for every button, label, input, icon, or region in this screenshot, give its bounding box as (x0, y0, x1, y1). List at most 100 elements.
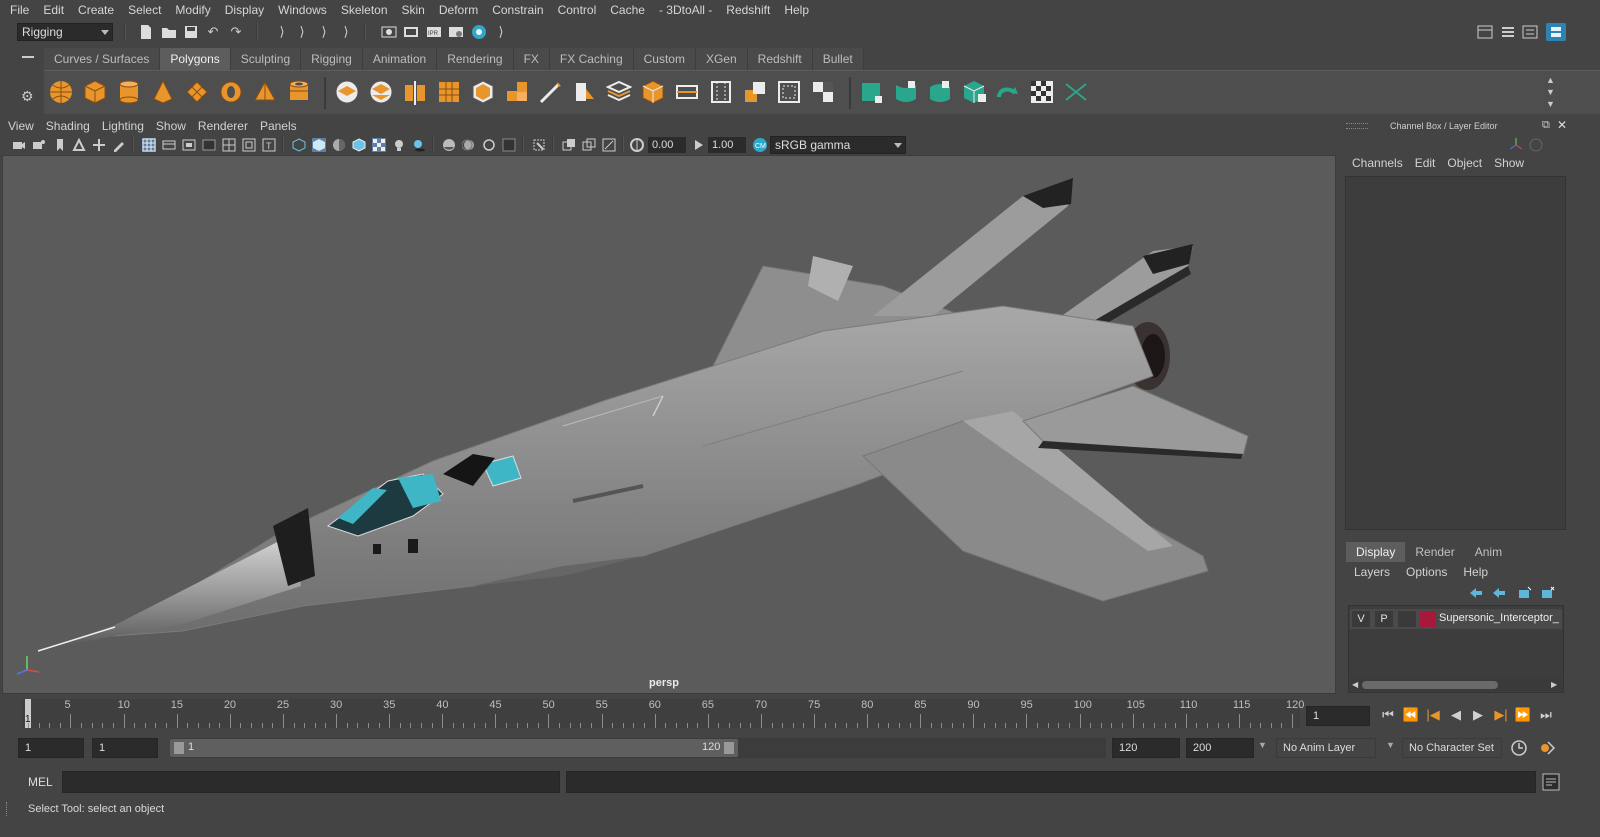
aircraft-model[interactable] (3, 156, 1336, 694)
shelf-scroll-down-icon[interactable]: ▼ (1546, 87, 1555, 97)
resolution-gate-icon[interactable] (182, 138, 196, 152)
viewport-persp[interactable]: persp (2, 155, 1336, 694)
layer-tab-render[interactable]: Render (1405, 542, 1465, 562)
layer-playback-toggle[interactable]: P (1375, 611, 1393, 627)
spherical-uv-icon[interactable] (927, 79, 953, 105)
start-frame-field[interactable]: 1 (18, 738, 84, 758)
playback-start-field[interactable]: 1 (92, 738, 158, 758)
exposure-icon[interactable] (630, 138, 644, 152)
workspace-icon[interactable] (1477, 24, 1493, 40)
auto-key-icon[interactable] (1510, 739, 1528, 757)
animation-preferences-icon[interactable] (1538, 739, 1556, 757)
range-slider-bar[interactable]: 1 120 (170, 739, 738, 757)
scroll-left-icon[interactable]: ◀ (1352, 680, 1358, 689)
shelf-tab-curves-surfaces[interactable]: Curves / Surfaces (44, 48, 161, 70)
play-backward-icon[interactable]: ◀ (1448, 707, 1464, 723)
cb-menu-show[interactable]: Show (1488, 156, 1530, 174)
shelf-tab-bullet[interactable]: Bullet (812, 48, 864, 70)
offset-edge-loop-icon[interactable] (708, 79, 734, 105)
step-back-key-icon[interactable]: |◀ (1425, 707, 1441, 723)
shadows-icon[interactable] (412, 138, 426, 152)
textured-icon[interactable] (372, 138, 386, 152)
shelf-tab-custom[interactable]: Custom (633, 48, 696, 70)
menu-edit[interactable]: Edit (36, 3, 71, 17)
shelf-tab-xgen[interactable]: XGen (695, 48, 748, 70)
anim-layer-dropdown[interactable]: No Anim Layer (1276, 738, 1376, 758)
separate-icon[interactable] (368, 79, 394, 105)
insert-loop-icon[interactable] (674, 79, 700, 105)
layer-menu-options[interactable]: Options (1398, 565, 1455, 579)
chevron-down-icon[interactable]: ▼ (1258, 740, 1267, 750)
poly-torus-icon[interactable] (218, 79, 244, 105)
layer-tab-anim[interactable]: Anim (1464, 542, 1513, 562)
exposure-field[interactable]: 0.00 (648, 137, 686, 153)
gear-icon[interactable]: ⚙ (21, 88, 34, 105)
bevel-icon[interactable] (470, 79, 496, 105)
render-settings-icon[interactable] (448, 24, 464, 40)
menu-select[interactable]: Select (121, 3, 168, 17)
ipr-render-icon[interactable]: IPR (426, 24, 442, 40)
mirror-icon[interactable] (402, 79, 428, 105)
playback-end-field[interactable]: 120 (1112, 738, 1180, 758)
poly-sphere-icon[interactable] (48, 79, 74, 105)
depth-of-field-icon[interactable] (502, 138, 516, 152)
grease-pencil-icon[interactable] (112, 138, 126, 152)
poly-cone-icon[interactable] (150, 79, 176, 105)
hypershade-icon[interactable] (471, 24, 487, 40)
wireframe-icon[interactable] (292, 138, 306, 152)
cylindrical-uv-icon[interactable] (893, 79, 919, 105)
shelf-tab-rigging[interactable]: Rigging (301, 48, 363, 70)
menu-windows[interactable]: Windows (271, 3, 334, 17)
layer-menu-help[interactable]: Help (1455, 565, 1496, 579)
color-space-dropdown[interactable]: sRGB gamma (770, 136, 906, 154)
menu-cache[interactable]: Cache (603, 3, 652, 17)
current-frame-field[interactable]: 1 (1306, 706, 1370, 726)
shelf-tab-redshift[interactable]: Redshift (747, 48, 813, 70)
menu-constrain[interactable]: Constrain (485, 3, 550, 17)
vp-menu-panels[interactable]: Panels (254, 119, 303, 133)
multi-cut-icon[interactable] (538, 79, 564, 105)
step-back-icon[interactable]: ⏪ (1403, 707, 1419, 723)
shelf-tab-fx[interactable]: FX (513, 48, 550, 70)
extract-icon[interactable] (742, 79, 768, 105)
snap-icon[interactable]: ⟩ (338, 24, 354, 40)
scroll-right-icon[interactable]: ▶ (1551, 680, 1557, 689)
character-set-dropdown[interactable]: No Character Set (1402, 738, 1502, 758)
select-mode-icon[interactable]: ⟩ (294, 24, 310, 40)
menu-file[interactable]: File (0, 3, 36, 17)
panel-grip-icon[interactable] (1346, 123, 1368, 129)
vp-menu-view[interactable]: View (2, 119, 40, 133)
extrude-icon[interactable] (504, 79, 530, 105)
vp-menu-renderer[interactable]: Renderer (192, 119, 254, 133)
script-language-toggle[interactable]: MEL (28, 775, 53, 789)
layer-color-swatch[interactable] (1420, 611, 1436, 627)
move-layer-up-icon[interactable] (1468, 586, 1484, 600)
menu-skeleton[interactable]: Skeleton (334, 3, 395, 17)
grid-icon[interactable] (142, 138, 156, 152)
edge-loop-icon[interactable] (606, 79, 632, 105)
default-material-icon[interactable] (332, 138, 346, 152)
vp-menu-show[interactable]: Show (150, 119, 192, 133)
layer-scrollbar-thumb[interactable] (1362, 681, 1498, 689)
shelf-scroll-up-icon[interactable]: ▲ (1546, 75, 1555, 85)
new-layer-selected-icon[interactable] (1540, 586, 1556, 600)
render-view-icon[interactable] (381, 24, 397, 40)
fill-hole-icon[interactable] (810, 79, 836, 105)
menu-control[interactable]: Control (551, 3, 604, 17)
channel-box-icon[interactable] (1546, 23, 1566, 41)
layer-type-toggle[interactable] (1398, 611, 1416, 627)
layer-tab-display[interactable]: Display (1346, 542, 1406, 562)
speed-icon[interactable] (1528, 137, 1544, 153)
layer-name[interactable]: Supersonic_Interceptor_ (1439, 612, 1559, 624)
menu-help[interactable]: Help (777, 3, 816, 17)
gamma-icon[interactable] (692, 138, 706, 152)
cb-menu-channels[interactable]: Channels (1342, 156, 1409, 174)
image-plane-icon[interactable] (72, 138, 86, 152)
motion-blur-icon[interactable] (462, 138, 476, 152)
undo-icon[interactable]: ↶ (205, 24, 221, 40)
boolean-icon[interactable] (776, 79, 802, 105)
planar-uv-icon[interactable] (859, 79, 885, 105)
uv-editor-icon[interactable] (1063, 79, 1089, 105)
gamma-field[interactable]: 1.00 (708, 137, 746, 153)
manipulator-icon[interactable] (1508, 137, 1524, 153)
